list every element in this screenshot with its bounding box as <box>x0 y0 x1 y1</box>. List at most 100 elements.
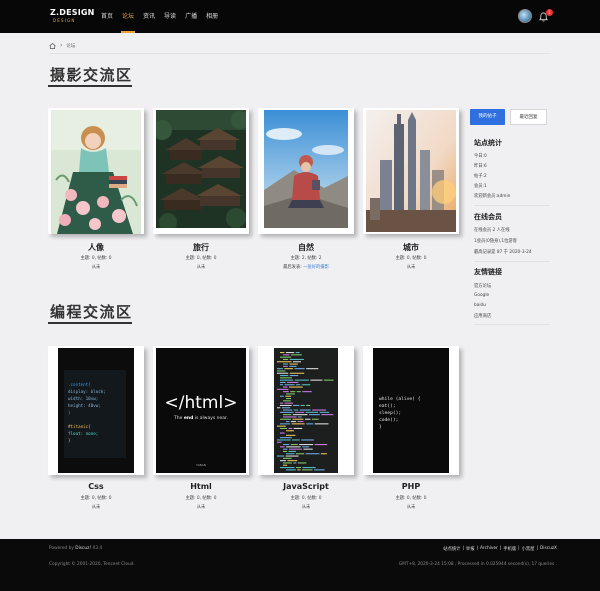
user-avatar[interactable] <box>518 9 532 23</box>
code-line-mark <box>303 448 313 450</box>
board-name[interactable]: 自然 <box>258 242 354 253</box>
breadcrumb-current[interactable]: 论坛 <box>66 43 75 49</box>
code-line-mark <box>292 418 304 420</box>
code-line-mark <box>302 467 316 469</box>
nav-home[interactable]: 首页 <box>101 11 113 33</box>
powered-by-label: Powered by <box>49 546 76 551</box>
code-line-mark <box>283 462 292 464</box>
board-stats: 主题: 0, 帖数: 0 <box>395 256 427 261</box>
board-last-post: 从未 <box>196 505 206 510</box>
friend-link[interactable]: 应用商店 <box>474 313 491 319</box>
board-name[interactable]: Css <box>48 482 144 491</box>
html-tagline-post: is always near. <box>193 415 228 421</box>
board-name[interactable]: JavaScript <box>258 482 354 491</box>
code-line-mark <box>277 361 292 363</box>
code-line-mark <box>280 411 294 413</box>
code-line-mark <box>302 446 310 448</box>
board-image-nature[interactable] <box>258 108 354 234</box>
footer-link[interactable]: DiscuzX <box>540 546 557 552</box>
board-stats: 主题: 2, 帖数: 2 <box>290 256 322 261</box>
board-image-php[interactable]: while (alive) { eat(); sleep(); code(); … <box>363 346 459 475</box>
code-line-mark <box>301 384 311 386</box>
board-name[interactable]: Html <box>153 482 249 491</box>
code-line-mark <box>283 386 288 388</box>
code-line-mark <box>314 423 329 425</box>
code-line-mark <box>286 446 301 448</box>
site-stat-today: 今日:0 <box>474 154 487 159</box>
code-line-mark <box>281 407 291 409</box>
divider <box>49 53 551 54</box>
code-line-mark <box>277 388 289 390</box>
code-line-mark <box>277 407 281 409</box>
code-section-title[interactable]: 编程交流区 <box>50 301 133 322</box>
server-info: GMT+8, 2020-3-24 15:08 , Processed in 0.… <box>398 562 557 567</box>
board-image-travel[interactable] <box>153 108 249 234</box>
code-line-mark <box>314 444 328 446</box>
code-line-mark <box>290 391 296 393</box>
footer-link[interactable]: 举报 <box>466 546 475 552</box>
php-code-line: while (alive) { <box>379 396 421 402</box>
my-replies-button[interactable]: 最近回复 <box>510 109 547 125</box>
nav-forum[interactable]: 论坛 <box>121 11 136 33</box>
nav-guide[interactable]: 导读 <box>164 11 176 33</box>
home-icon[interactable] <box>49 42 56 49</box>
html-big-text: </html> <box>165 393 238 413</box>
friend-link[interactable]: Google <box>474 293 489 298</box>
board-image-city[interactable] <box>363 108 459 234</box>
nav-news[interactable]: 资讯 <box>143 11 155 33</box>
footer-link[interactable]: 站点统计 <box>443 546 460 552</box>
board-name[interactable]: 旅行 <box>153 242 249 253</box>
my-posts-button[interactable]: 我的帖子 <box>470 109 505 125</box>
friend-link[interactable]: baidu <box>474 303 486 308</box>
code-line-mark <box>286 430 294 432</box>
version: X3.4 <box>91 546 103 551</box>
board-name[interactable]: PHP <box>363 482 459 491</box>
site-logo[interactable]: Z.DESIGN <box>50 8 95 17</box>
code-line-mark <box>283 457 292 459</box>
board-name[interactable]: 城市 <box>363 242 459 253</box>
code-line-mark <box>311 418 319 420</box>
code-line-mark <box>293 462 297 464</box>
code-line-mark <box>289 358 304 360</box>
html-tagline-pre: The <box>173 415 184 421</box>
board-image-javascript[interactable] <box>258 346 354 475</box>
code-line-mark <box>290 444 298 446</box>
last-post-link[interactable]: 一张好的摄影 <box>303 265 329 270</box>
code-line-mark <box>280 395 284 397</box>
nav-album[interactable]: 相册 <box>206 11 218 33</box>
footer-link[interactable]: 小黑屋 <box>522 546 535 552</box>
code-line-mark <box>283 444 290 446</box>
css-code-line: height: 40vw; <box>68 403 101 408</box>
board-image-portrait[interactable] <box>48 108 144 234</box>
code-line-mark <box>297 421 304 423</box>
code-line-mark <box>288 427 293 429</box>
divider <box>474 261 550 262</box>
footer: Powered by Discuz! X3.4 Copyright © 2001… <box>0 539 600 591</box>
code-line-mark <box>299 444 314 446</box>
discuz-link[interactable]: Discuz! <box>75 546 91 551</box>
friend-link[interactable]: 官方论坛 <box>474 283 491 289</box>
board-image-html[interactable]: </html> The end is always near. YABAN <box>153 346 249 475</box>
code-line-mark <box>287 460 298 462</box>
code-line-mark <box>306 404 311 406</box>
board-name[interactable]: 人像 <box>48 242 144 253</box>
code-line-mark <box>293 361 301 363</box>
code-line-mark <box>293 409 299 411</box>
board-image-css[interactable]: .content{ display: block; width: 10vw; h… <box>48 346 144 475</box>
code-line-mark <box>305 418 311 420</box>
board-stats: 主题: 0, 帖数: 0 <box>395 496 427 501</box>
board-stats: 主题: 0, 帖数: 0 <box>185 496 217 501</box>
board-last-post: 从未 <box>301 505 311 510</box>
photo-section-title[interactable]: 摄影交流区 <box>50 64 133 85</box>
footer-link[interactable]: 手机版 <box>503 546 516 552</box>
board-last-post: 从未 <box>91 505 101 510</box>
footer-link[interactable]: Archiver <box>480 546 498 552</box>
nav-broadcast[interactable]: 广播 <box>185 11 197 33</box>
site-stat-newest[interactable]: 欢迎新会员:admin <box>474 193 510 199</box>
code-line-mark <box>293 404 300 406</box>
section-underline <box>48 85 132 87</box>
code-line-mark <box>277 425 286 427</box>
code-line-mark <box>285 395 292 397</box>
css-code-line: #titanic{ <box>68 424 91 429</box>
code-line-mark <box>302 391 312 393</box>
